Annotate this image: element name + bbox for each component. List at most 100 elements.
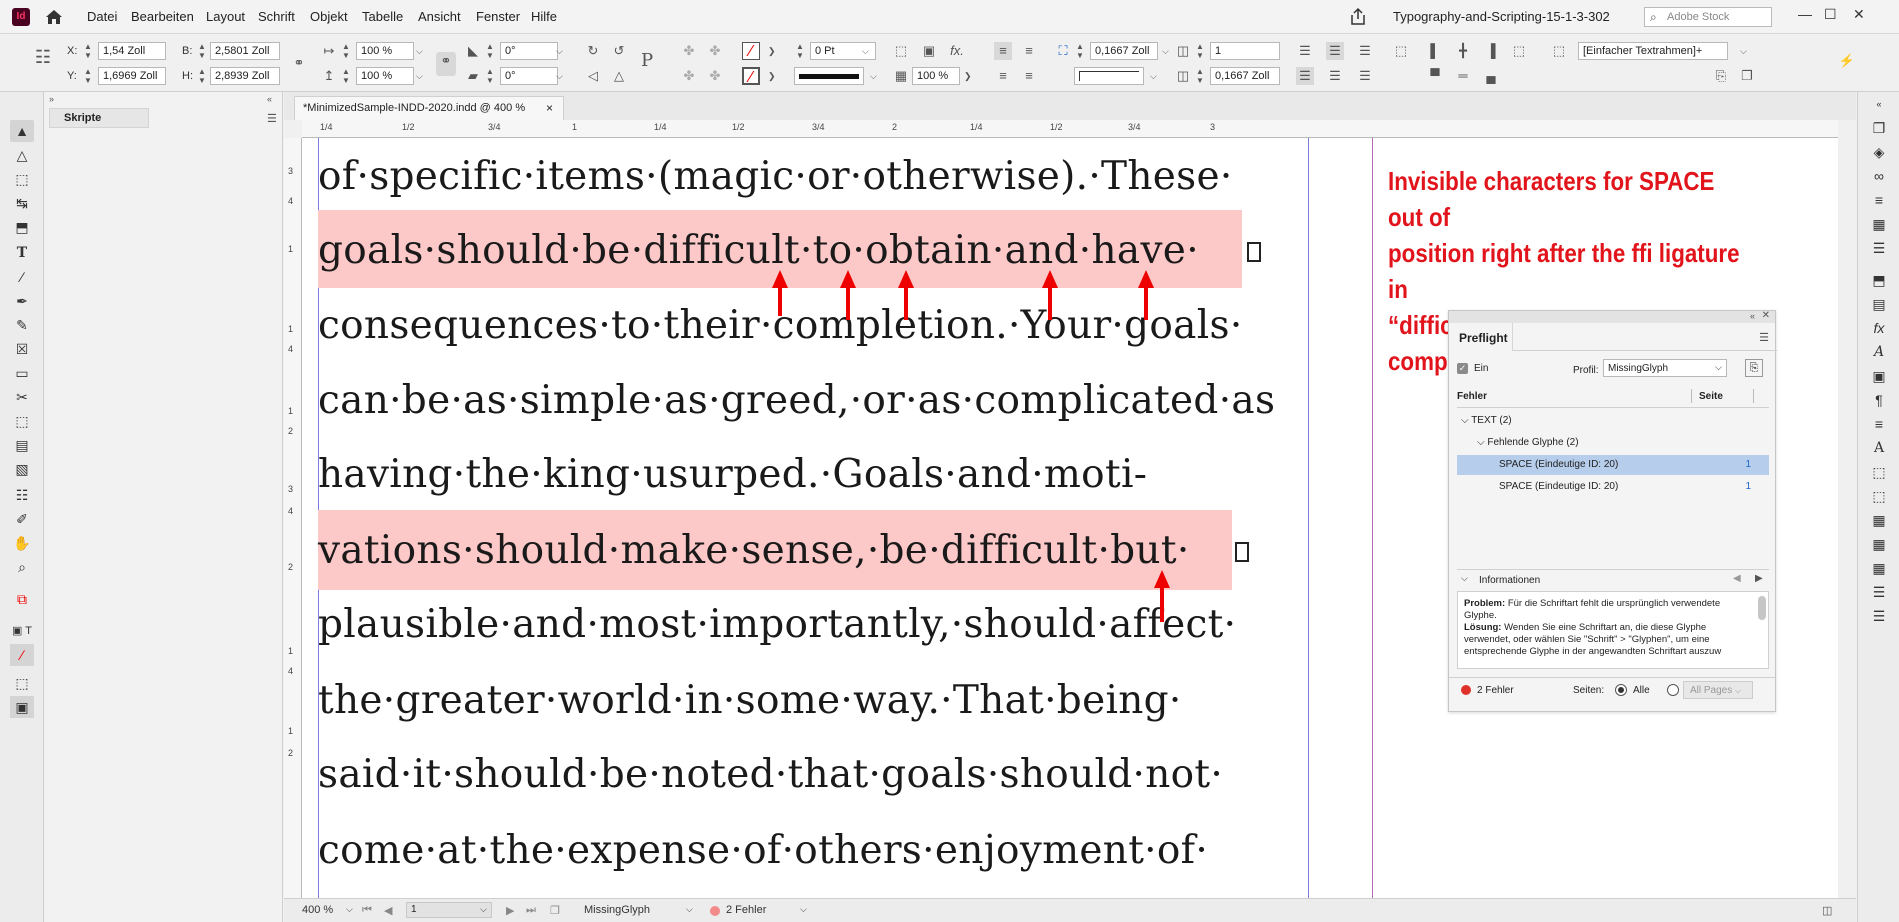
formatting-container-icon[interactable]: ▣ T [10, 620, 34, 642]
paragraph-panel-icon[interactable]: ¶ [1869, 390, 1889, 410]
align-top-icon[interactable]: ≡ [994, 42, 1012, 60]
menu-schrift[interactable]: Schrift [258, 9, 295, 24]
y-field[interactable]: 1,6969 Zoll [98, 67, 166, 85]
maximize-button[interactable]: ☐ [1824, 6, 1837, 23]
stroke-dropdown[interactable]: ❯ [768, 71, 776, 82]
menu-fenster[interactable]: Fenster [476, 9, 520, 24]
text-line[interactable]: the·greater·world·in·some·way.·That·bein… [318, 678, 1182, 723]
table-panel-icon[interactable]: ▦ [1869, 510, 1889, 530]
panel-menu-icon[interactable]: ☰ [1759, 331, 1769, 344]
gutter-spinner[interactable]: ▲ ▼ [1194, 67, 1206, 85]
page-dropdown[interactable]: ⌵ [480, 904, 487, 915]
select-previous-icon[interactable]: ✤ [680, 67, 698, 85]
share-icon[interactable] [1348, 7, 1368, 27]
rotate-dropdown[interactable]: ⌵ [556, 46, 563, 57]
object-styles-icon[interactable]: ⬚ [1869, 486, 1889, 506]
align-right-text-icon[interactable]: ☰ [1356, 67, 1374, 85]
layers-panel-icon[interactable]: ◈ [1869, 142, 1889, 162]
gradient-tool-icon[interactable]: ▤ [10, 434, 34, 456]
pages-all-radio[interactable] [1615, 684, 1627, 696]
apply-none-icon[interactable]: ∕ [10, 644, 34, 666]
panel-expand-icon[interactable]: « [267, 94, 272, 104]
x-spinner[interactable]: ▲ ▼ [82, 42, 94, 60]
object-style-field[interactable]: [Einfacher Textrahmen]+ [1578, 42, 1728, 60]
info-scrollbar[interactable] [1758, 596, 1766, 620]
scale-x-dropdown[interactable]: ⌵ [416, 46, 423, 57]
width-spinner[interactable]: ▲ ▼ [196, 42, 208, 60]
panel-menu-icon[interactable]: ☰ [267, 112, 277, 125]
scale-y-field[interactable]: 100 % [356, 67, 414, 85]
new-style-icon[interactable]: ❐ [1738, 67, 1756, 85]
text-line[interactable]: having·the·king·usurped.·Goals·and·moti- [318, 452, 1147, 497]
align-horizontal-centers-icon[interactable]: ╋ [1454, 42, 1472, 60]
flip-horizontal-icon[interactable]: ◁ [584, 67, 602, 85]
fit-frame-icon[interactable]: ⬚ [892, 42, 910, 60]
justify-vertical-icon[interactable]: ≡ [1020, 67, 1038, 85]
text-line[interactable]: vations·should·make·sense,·be·difficult·… [318, 528, 1190, 573]
horizontal-ruler[interactable]: 1/4 1/2 3/4 1 1/4 1/2 3/4 2 1/4 1/2 3/4 3 [302, 120, 1838, 138]
eyedropper-tool-icon[interactable]: ✐ [10, 508, 34, 530]
align-left-edges-icon[interactable]: ▌ [1426, 42, 1444, 60]
split-view-icon[interactable]: ◫ [1822, 904, 1832, 917]
character-styles-icon[interactable]: A [1869, 342, 1889, 362]
flip-vertical-icon[interactable]: △ [610, 67, 628, 85]
shear-spinner[interactable]: ▲ ▼ [484, 67, 496, 85]
distribute-icon[interactable]: ⬚ [1510, 42, 1528, 60]
x-field[interactable]: 1,54 Zoll [98, 42, 166, 60]
close-tab-icon[interactable]: × [546, 101, 553, 115]
corner-size-spinner[interactable]: ▲ ▼ [1074, 42, 1086, 60]
path-type-icon[interactable]: P [638, 52, 656, 70]
swatches-panel-icon[interactable]: ▦ [1869, 214, 1889, 234]
gradient-feather-tool-icon[interactable]: ▧ [10, 458, 34, 480]
constrain-proportions-icon[interactable]: ⚭ [290, 54, 308, 72]
rectangle-frame-tool-icon[interactable]: ☒ [10, 338, 34, 360]
direct-selection-tool-icon[interactable]: △ [10, 144, 34, 166]
auto-fit-icon[interactable]: ⬚ [1392, 42, 1410, 60]
preflight-profile[interactable]: MissingGlyph [584, 904, 650, 916]
profile-dropdown[interactable]: ⌵ [686, 904, 693, 915]
link-scale-icon[interactable]: ⚭ [436, 52, 456, 76]
align-right-edges-icon[interactable]: ▐ [1482, 42, 1500, 60]
scissors-tool-icon[interactable]: ✂ [10, 386, 34, 408]
rotate-ccw-icon[interactable]: ↺ [610, 42, 628, 60]
object-style-dropdown[interactable]: ⌵ [1740, 46, 1747, 57]
tree-page[interactable]: 1 [1745, 481, 1751, 492]
text-frame-options-icon[interactable]: ☰ [1356, 42, 1374, 60]
pen-tool-icon[interactable]: ✒ [10, 290, 34, 312]
corner-options-icon[interactable]: ⛶ [1054, 42, 1072, 60]
shear-dropdown[interactable]: ⌵ [556, 71, 563, 82]
tabs-panel-icon[interactable]: ≡ [1869, 414, 1889, 434]
glyphs-panel-icon[interactable]: ⬚ [1869, 462, 1889, 482]
content-collector-icon[interactable]: ⬒ [10, 216, 34, 238]
effects-panel-icon[interactable]: fx [1869, 318, 1889, 338]
preflight-tab[interactable]: Preflight [1449, 323, 1513, 351]
text-line[interactable]: come·at·the·expense·of·others·enjoyment·… [318, 828, 1208, 873]
text-line[interactable]: plausible·and·most·importantly,·should·a… [318, 602, 1236, 647]
menu-hilfe[interactable]: Hilfe [531, 9, 557, 24]
line-tool-icon[interactable]: ∕ [10, 266, 34, 288]
pencil-tool-icon[interactable]: ✎ [10, 314, 34, 336]
menu-bearbeiten[interactable]: Bearbeiten [131, 9, 194, 24]
width-field[interactable]: 2,5801 Zoll [210, 42, 280, 60]
last-page-icon[interactable]: ⏭ [526, 904, 536, 917]
pages-panel-icon[interactable]: ❐ [1869, 118, 1889, 138]
opacity-dropdown[interactable]: ❯ [964, 71, 972, 82]
text-wrap-icon[interactable]: ▣ [1869, 366, 1889, 386]
table-styles-icon[interactable]: ▦ [1869, 558, 1889, 578]
corner-shape-dropdown[interactable]: ⌵ [1150, 71, 1157, 82]
align-center-text-icon[interactable]: ☰ [1326, 67, 1344, 85]
pages-range-field[interactable]: All Pages ⌵ [1683, 681, 1753, 699]
errors-dropdown[interactable]: ⌵ [800, 904, 807, 915]
menu-datei[interactable]: Datei [87, 9, 117, 24]
select-content-icon[interactable]: ✤ [706, 42, 724, 60]
profile-select[interactable]: MissingGlyph ⌵ [1603, 359, 1727, 377]
align-vertical-centers-icon[interactable]: ═ [1454, 67, 1472, 85]
panel-collapse-icon[interactable]: » [49, 94, 54, 104]
scale-x-field[interactable]: 100 % [356, 42, 414, 60]
selection-tool-icon[interactable]: ▲ [10, 120, 34, 142]
clear-overrides-icon[interactable]: ⎘ [1712, 67, 1730, 85]
gap-tool-icon[interactable]: ↹ [10, 192, 34, 214]
preview-mode-icon[interactable]: ▣ [10, 696, 34, 718]
select-container-icon[interactable]: ✤ [680, 42, 698, 60]
scripts-tab[interactable]: Skripte [49, 108, 149, 128]
